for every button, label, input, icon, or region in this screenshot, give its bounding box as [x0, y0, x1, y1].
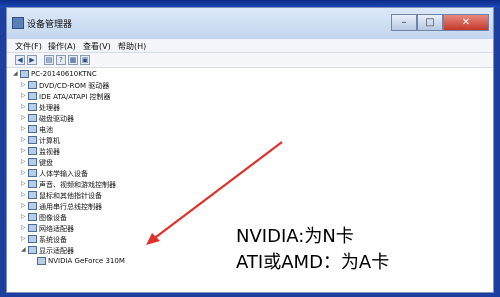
annotation-line-2: ATI或AMD：为A卡	[236, 252, 390, 273]
annotation-line-1: NVIDIA:为N卡	[236, 226, 354, 247]
